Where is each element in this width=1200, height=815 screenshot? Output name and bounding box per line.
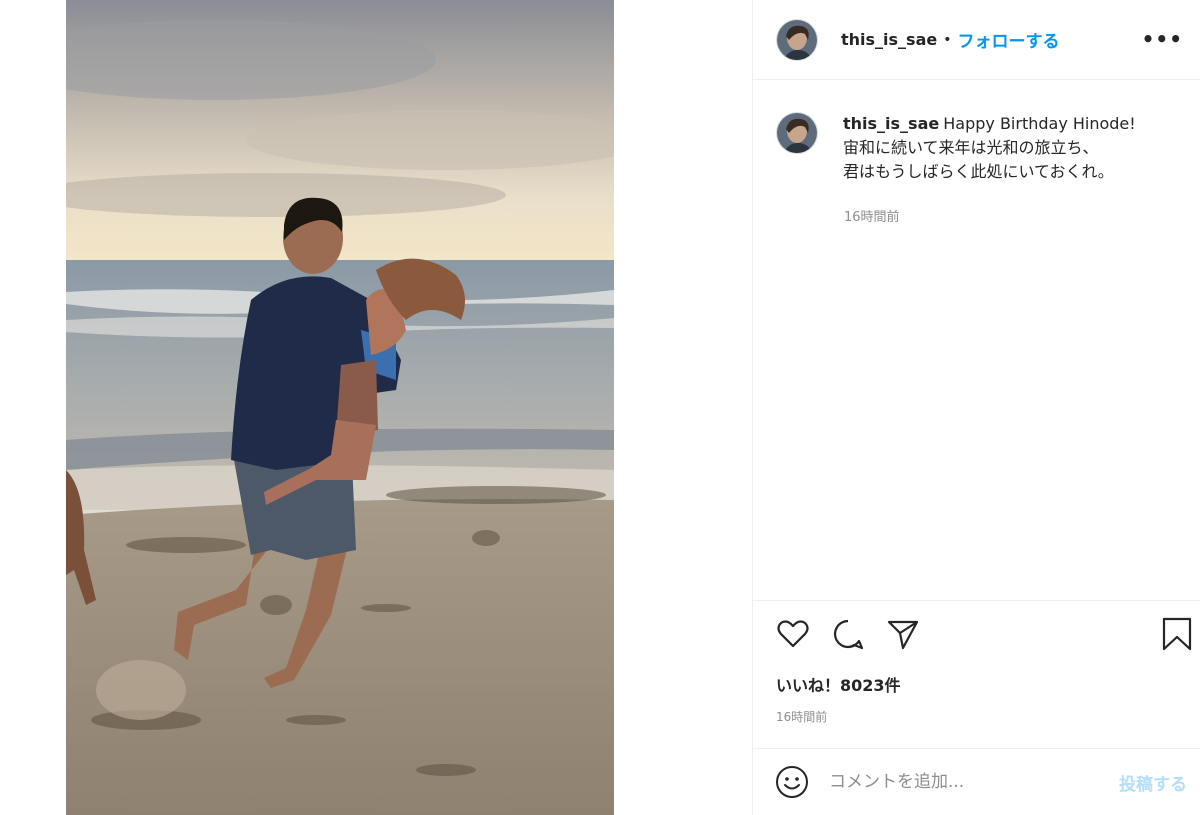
caption-text: this_is_sae Happy Birthday Hinode! 宙和に続いて… <box>843 112 1136 184</box>
profile-picture <box>777 19 817 60</box>
action-bar <box>775 616 1192 652</box>
post-comment-button[interactable]: 投稿する <box>1119 770 1187 795</box>
post-timestamp[interactable]: 16時間前 <box>776 708 827 725</box>
share-icon[interactable] <box>885 616 921 652</box>
beach-photo <box>66 0 614 815</box>
comment-input[interactable] <box>829 772 1099 792</box>
emoji-icon[interactable] <box>775 765 809 799</box>
follow-button[interactable]: フォローする <box>958 27 1060 52</box>
post-photo[interactable] <box>66 0 614 815</box>
photo-area <box>0 0 752 815</box>
like-count[interactable]: いいね！8023件 <box>776 672 901 696</box>
caption-line: 君はもうしばらく此処にいておくれ。 <box>843 162 1114 181</box>
heart-icon[interactable] <box>775 616 811 652</box>
caption-avatar[interactable] <box>776 112 818 154</box>
comment-bar: 投稿する <box>753 749 1200 815</box>
profile-picture <box>777 113 817 153</box>
more-icon[interactable]: ••• <box>1142 27 1183 51</box>
post-header: this_is_sae • フォローする ••• <box>753 0 1200 80</box>
post-side-panel: this_is_sae • フォローする ••• this_is_sae Happ… <box>752 0 1200 815</box>
caption-username[interactable]: this_is_sae <box>843 114 939 133</box>
caption-timestamp: 16時間前 <box>844 210 900 225</box>
comment-icon[interactable] <box>830 616 866 652</box>
bookmark-icon[interactable] <box>1159 616 1195 652</box>
caption-line: Happy Birthday Hinode! <box>943 114 1136 133</box>
avatar[interactable] <box>776 18 818 61</box>
separator-dot: • <box>943 31 952 48</box>
caption-line: 宙和に続いて来年は光和の旅立ち、 <box>843 138 1099 157</box>
header-username[interactable]: this_is_sae <box>841 30 937 49</box>
divider <box>753 600 1200 601</box>
caption: this_is_sae Happy Birthday Hinode! 宙和に続いて… <box>776 112 1186 184</box>
